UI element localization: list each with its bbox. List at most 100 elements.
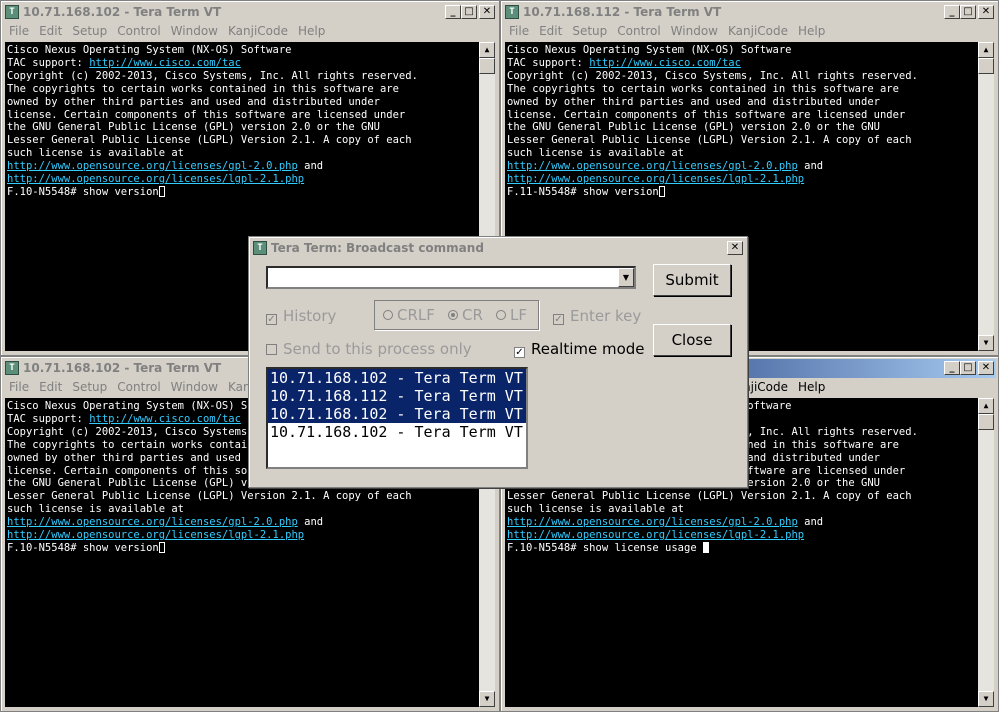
banner-and: and [297, 516, 324, 529]
enter-key-checkbox[interactable]: ✓ Enter key [553, 307, 641, 325]
realtime-label: Realtime mode [531, 340, 645, 358]
list-item[interactable]: 10.71.168.102 - Tera Term VT [268, 369, 526, 387]
menu-file[interactable]: File [9, 380, 29, 394]
scroll-up-icon[interactable]: ▲ [978, 42, 994, 58]
scroll-down-icon[interactable]: ▼ [978, 691, 994, 707]
realtime-checkbox[interactable]: ✓ Realtime mode [514, 340, 645, 358]
close-icon[interactable]: ✕ [978, 5, 994, 19]
send-process-checkbox[interactable]: Send to this process only [266, 340, 472, 358]
checkbox-empty-icon [266, 344, 277, 355]
menu-help[interactable]: Help [798, 24, 825, 38]
text-cursor [158, 185, 165, 197]
gpl-link[interactable]: http://www.opensource.org/licenses/gpl-2… [7, 160, 298, 172]
menu-control[interactable]: Control [117, 24, 160, 38]
lgpl-link[interactable]: http://www.opensource.org/licenses/lgpl-… [507, 529, 804, 541]
teraterm-icon: T [5, 5, 19, 19]
menu-bar: File Edit Setup Control Window KanjiCode Help [3, 22, 497, 41]
menu-file[interactable]: File [509, 24, 529, 38]
prompt: F.10-N5548# [507, 541, 583, 554]
scroll-up-icon[interactable]: ▲ [978, 398, 994, 414]
gpl-link[interactable]: http://www.opensource.org/licenses/gpl-2… [507, 160, 798, 172]
lf-label: LF [510, 306, 527, 324]
banner-line: such license is available at [507, 147, 685, 160]
tac-link[interactable]: http://www.cisco.com/tac [89, 57, 241, 69]
minimize-icon[interactable]: _ [944, 5, 960, 19]
close-icon[interactable]: ✕ [978, 361, 994, 375]
banner-line: owned by other third parties and used an… [7, 95, 380, 108]
history-checkbox[interactable]: ✓ History [266, 307, 336, 325]
scroll-down-icon[interactable]: ▼ [479, 691, 495, 707]
banner-line: Copyright (c) 2002-2013, Cisco Systems, … [507, 69, 918, 82]
broadcast-dialog: T Tera Term: Broadcast command ✕ ▼ Submi… [248, 236, 748, 488]
submit-button[interactable]: Submit [653, 264, 731, 296]
command-text: show license usage [582, 541, 703, 554]
cr-radio[interactable]: CR [448, 307, 483, 323]
menu-setup[interactable]: Setup [572, 24, 607, 38]
maximize-icon[interactable]: □ [960, 5, 976, 19]
scroll-up-icon[interactable]: ▲ [479, 42, 495, 58]
banner-line: TAC support: [7, 56, 90, 69]
lgpl-link[interactable]: http://www.opensource.org/licenses/lgpl-… [7, 173, 304, 185]
prompt: F.10-N5548# [7, 185, 83, 198]
menu-edit[interactable]: Edit [39, 24, 62, 38]
list-item[interactable]: 10.71.168.112 - Tera Term VT [268, 387, 526, 405]
title-bar[interactable]: T 10.71.168.102 - Tera Term VT _□✕ [3, 3, 497, 22]
gpl-link[interactable]: http://www.opensource.org/licenses/gpl-2… [507, 516, 798, 528]
tac-link[interactable]: http://www.cisco.com/tac [589, 57, 741, 69]
lgpl-link[interactable]: http://www.opensource.org/licenses/lgpl-… [7, 529, 304, 541]
text-cursor [702, 541, 709, 553]
radio-icon [383, 310, 393, 320]
menu-edit[interactable]: Edit [39, 380, 62, 394]
scroll-thumb[interactable] [978, 58, 994, 74]
list-item[interactable]: 10.71.168.102 - Tera Term VT [268, 405, 526, 423]
maximize-icon[interactable]: □ [960, 361, 976, 375]
banner-and: and [297, 160, 324, 173]
vertical-scrollbar[interactable]: ▲▼ [978, 42, 994, 351]
scroll-down-icon[interactable]: ▼ [978, 335, 994, 351]
menu-window[interactable]: Window [171, 380, 218, 394]
minimize-icon[interactable]: _ [944, 361, 960, 375]
menu-control[interactable]: Control [117, 380, 160, 394]
maximize-icon[interactable]: □ [461, 5, 477, 19]
crlf-radio[interactable]: CRLF [383, 307, 435, 323]
menu-setup[interactable]: Setup [72, 24, 107, 38]
gpl-link[interactable]: http://www.opensource.org/licenses/gpl-2… [7, 516, 298, 528]
radio-selected-icon [448, 310, 458, 320]
menu-kanjicode[interactable]: KanjiCode [228, 24, 288, 38]
command-combo-input[interactable]: ▼ [266, 266, 636, 289]
close-icon[interactable]: ✕ [479, 5, 495, 19]
text-cursor [158, 541, 165, 553]
window-listbox[interactable]: 10.71.168.102 - Tera Term VT 10.71.168.11… [266, 367, 528, 469]
minimize-icon[interactable]: _ [445, 5, 461, 19]
menu-setup[interactable]: Setup [72, 380, 107, 394]
list-item[interactable]: 10.71.168.102 - Tera Term VT [268, 423, 526, 441]
scroll-thumb[interactable] [479, 58, 495, 74]
dialog-title-bar[interactable]: T Tera Term: Broadcast command ✕ [251, 239, 745, 257]
banner-line: owned by other third parties and used an… [507, 95, 880, 108]
menu-kanjicode[interactable]: KanjiCode [728, 24, 788, 38]
menu-control[interactable]: Control [617, 24, 660, 38]
teraterm-icon: T [253, 241, 267, 255]
history-label: History [283, 307, 337, 325]
title-bar[interactable]: T 10.71.168.112 - Tera Term VT _ □ ✕ [503, 3, 996, 22]
banner-line: Lesser General Public License (LGPL) Ver… [507, 134, 912, 147]
chevron-down-icon[interactable]: ▼ [618, 268, 634, 287]
close-button[interactable]: Close [653, 324, 731, 356]
vertical-scrollbar[interactable]: ▲▼ [978, 398, 994, 707]
lgpl-link[interactable]: http://www.opensource.org/licenses/lgpl-… [507, 173, 804, 185]
menu-edit[interactable]: Edit [539, 24, 562, 38]
menu-window[interactable]: Window [671, 24, 718, 38]
banner-line: such license is available at [7, 503, 185, 516]
text-cursor [658, 185, 665, 197]
banner-line: such license is available at [507, 503, 685, 516]
menu-window[interactable]: Window [171, 24, 218, 38]
close-icon[interactable]: ✕ [727, 241, 743, 255]
menu-help[interactable]: Help [798, 380, 825, 394]
tac-link[interactable]: http://www.cisco.com/tac [89, 413, 241, 425]
scroll-thumb[interactable] [978, 414, 994, 430]
prompt: F.10-N5548# [7, 541, 83, 554]
banner-line: TAC support: [7, 412, 90, 425]
lf-radio[interactable]: LF [496, 307, 527, 323]
menu-help[interactable]: Help [298, 24, 325, 38]
menu-file[interactable]: File [9, 24, 29, 38]
